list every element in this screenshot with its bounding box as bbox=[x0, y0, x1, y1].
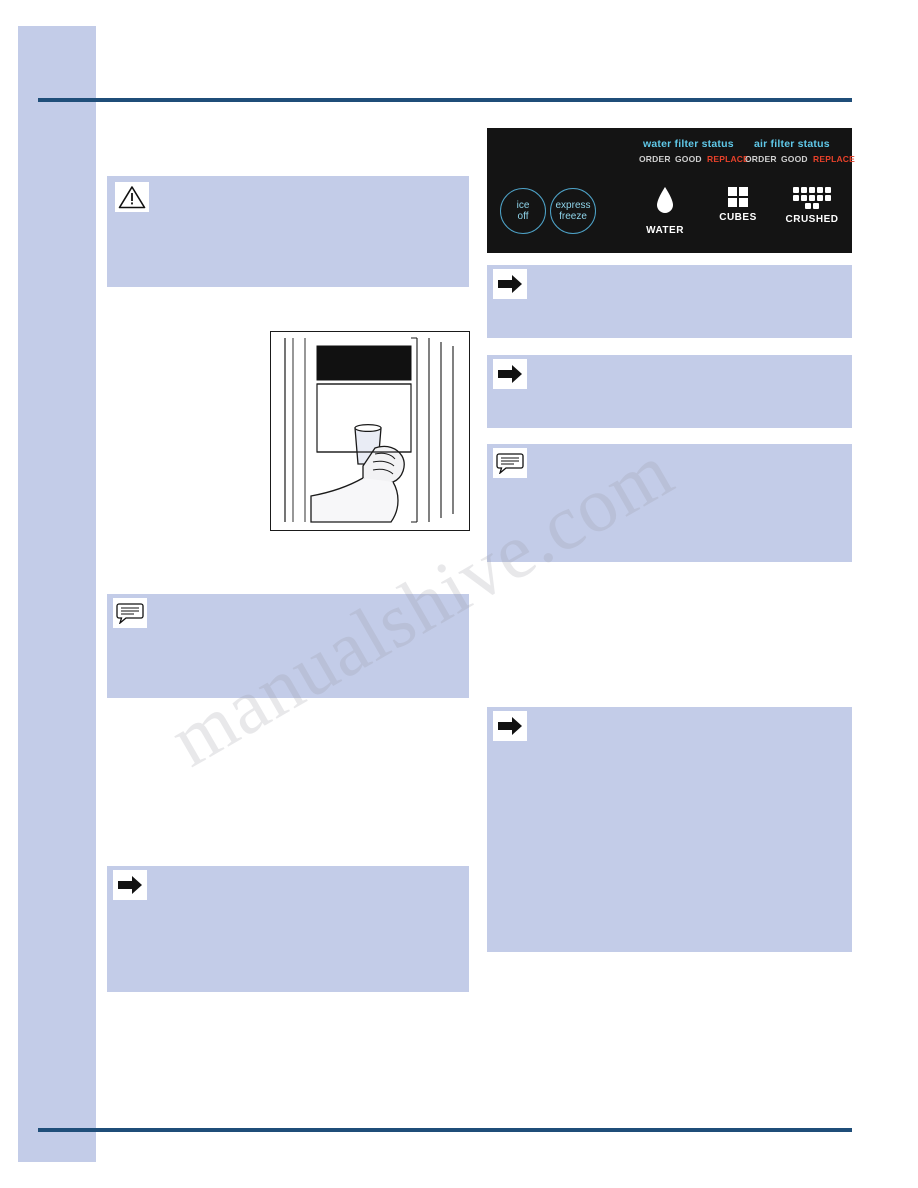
note-bubble-icon bbox=[493, 448, 527, 478]
water-drop-icon bbox=[657, 187, 673, 213]
crushed-ice-icon bbox=[791, 186, 833, 210]
water-label: WATER bbox=[646, 225, 684, 236]
air-filter-order-indicator: ORDER bbox=[745, 154, 777, 164]
note-bubble-icon bbox=[113, 598, 147, 628]
ice-off-line1: ice bbox=[516, 200, 530, 211]
cubes-dispense-button[interactable]: CUBES bbox=[707, 186, 769, 223]
left-margin-bar-inner bbox=[38, 26, 96, 1162]
water-filter-status-label: water filter status bbox=[643, 138, 734, 150]
note-callout-right bbox=[487, 444, 852, 562]
arrow-right-icon bbox=[493, 269, 527, 299]
crushed-label: CRUSHED bbox=[785, 214, 839, 225]
express-freeze-line1: express bbox=[555, 200, 591, 211]
important-callout-3 bbox=[487, 707, 852, 952]
footer-rule bbox=[38, 1128, 852, 1132]
water-filter-replace-indicator: REPLACE bbox=[707, 154, 750, 164]
left-margin-bar-outer bbox=[18, 26, 38, 1162]
note-callout bbox=[107, 594, 469, 698]
ice-off-line2: off bbox=[517, 211, 529, 222]
air-filter-good-indicator: GOOD bbox=[781, 154, 808, 164]
arrow-right-icon bbox=[113, 870, 147, 900]
document-page: water filter status air filter status OR… bbox=[0, 0, 918, 1188]
dispenser-control-panel[interactable]: water filter status air filter status OR… bbox=[487, 128, 856, 253]
air-filter-status-label: air filter status bbox=[754, 138, 830, 150]
cubes-label: CUBES bbox=[719, 212, 757, 223]
ice-cubes-icon bbox=[726, 186, 750, 208]
water-dispense-button[interactable]: WATER bbox=[635, 186, 695, 236]
dispenser-illustration bbox=[270, 331, 470, 531]
important-callout-2 bbox=[487, 355, 852, 428]
important-callout-1 bbox=[487, 265, 852, 338]
water-filter-good-indicator: GOOD bbox=[675, 154, 702, 164]
air-filter-replace-indicator: REPLACE bbox=[813, 154, 856, 164]
crushed-dispense-button[interactable]: CRUSHED bbox=[781, 186, 843, 225]
ice-off-button[interactable]: ice off bbox=[500, 188, 546, 234]
express-freeze-button[interactable]: express freeze bbox=[550, 188, 596, 234]
water-filter-order-indicator: ORDER bbox=[639, 154, 671, 164]
warning-triangle-icon bbox=[115, 182, 149, 212]
arrow-right-icon bbox=[493, 359, 527, 389]
express-freeze-line2: freeze bbox=[559, 211, 587, 222]
header-rule bbox=[38, 98, 852, 102]
warning-callout bbox=[107, 176, 469, 287]
arrow-right-icon bbox=[493, 711, 527, 741]
important-callout bbox=[107, 866, 469, 992]
